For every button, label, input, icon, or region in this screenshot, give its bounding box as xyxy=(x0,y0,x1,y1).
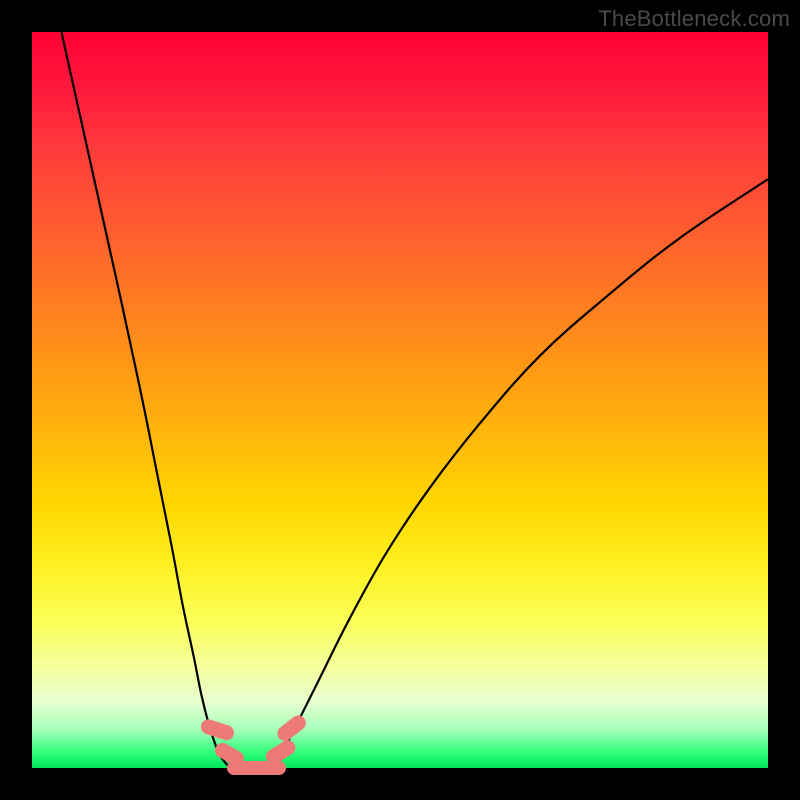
watermark-text: TheBottleneck.com xyxy=(598,6,790,32)
chart-frame: TheBottleneck.com xyxy=(0,0,800,800)
curve-layer xyxy=(32,32,768,768)
plot-area xyxy=(32,32,768,768)
curve-left-branch xyxy=(61,32,230,768)
curve-right-branch xyxy=(275,179,768,768)
